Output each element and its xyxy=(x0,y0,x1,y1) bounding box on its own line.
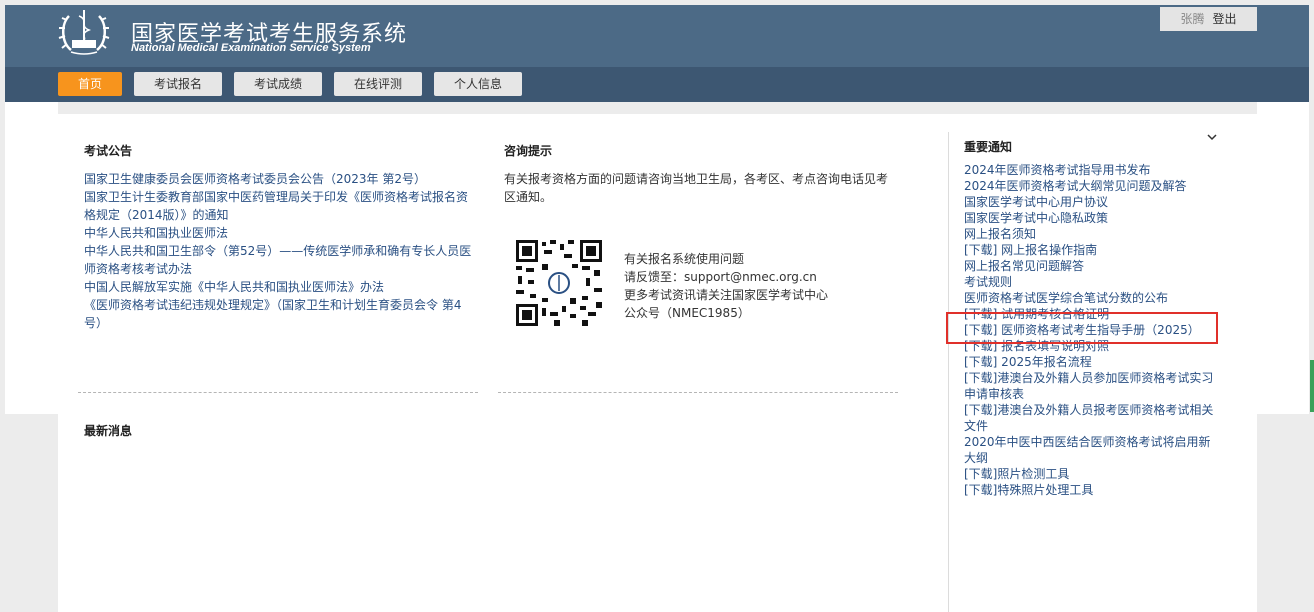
announcement-link[interactable]: 《医师资格考试违纪违规处理规定》（国家卫生和计划生育委员会令 第4 xyxy=(84,297,461,313)
scroll-edge-indicator xyxy=(1310,360,1314,412)
chevron-down-icon[interactable] xyxy=(1206,132,1218,142)
notice-link[interactable]: 考试规则 xyxy=(964,274,1012,290)
logout-link[interactable]: 登出 xyxy=(1213,12,1237,26)
username-label: 张腾 xyxy=(1180,12,1205,26)
announcement-link[interactable]: 国家卫生健康委员会医师资格考试委员会公告（2023年 第2号） xyxy=(84,171,426,187)
notice-link[interactable]: 2020年中医中西医结合医师资格考试将启用新 xyxy=(964,434,1211,450)
notice-link[interactable]: 申请审核表 xyxy=(964,386,1024,402)
nav-tab-online-assessment[interactable]: 在线评测 xyxy=(334,72,422,96)
announcements-title: 考试公告 xyxy=(84,144,133,158)
page-margin-left xyxy=(5,102,58,414)
nav-tab-home[interactable]: 首页 xyxy=(58,72,122,96)
qr-code-icon xyxy=(516,240,602,326)
announcement-link[interactable]: 号） xyxy=(84,315,108,331)
important-notices-title: 重要通知 xyxy=(964,140,1013,154)
notice-link[interactable]: 文件 xyxy=(964,418,988,434)
notice-link[interactable]: [下载]港澳台及外籍人员报考医师资格考试相关 xyxy=(964,402,1213,418)
caduceus-emblem-icon xyxy=(58,10,110,55)
notice-link[interactable]: [下载] 报名表填写说明对照 xyxy=(964,338,1109,354)
section-divider xyxy=(78,392,478,393)
announcement-link[interactable]: 国家卫生计生委教育部国家中医药管理局关于印发《医师资格考试报名资 xyxy=(84,189,468,205)
support-info: 有关报名系统使用问题 xyxy=(624,252,745,266)
nav-tab-exam-registration[interactable]: 考试报名 xyxy=(134,72,222,96)
notice-link[interactable]: 网上报名常见问题解答 xyxy=(964,258,1084,274)
nav-tab-personal-info[interactable]: 个人信息 xyxy=(434,72,522,96)
consult-title: 咨询提示 xyxy=(504,144,553,158)
notice-link[interactable]: [下载] 试用期考核合格证明 xyxy=(964,306,1109,322)
user-box: 张腾 登出 xyxy=(1160,7,1257,31)
support-info: 请反馈至：support@nmec.org.cn xyxy=(624,270,817,284)
support-info: 更多考试资讯请关注国家医学考试中心 xyxy=(624,288,829,302)
notice-link[interactable]: 2024年医师资格考试大纲常见问题及解答 xyxy=(964,178,1187,194)
nav-tab-exam-scores[interactable]: 考试成绩 xyxy=(234,72,322,96)
notice-link[interactable]: [下载] 2025年报名流程 xyxy=(964,354,1092,370)
announcement-link[interactable]: 中国人民解放军实施《中华人民共和国执业医师法》办法 xyxy=(84,279,384,295)
announcement-link[interactable]: 师资格考核考试办法 xyxy=(84,261,192,277)
announcement-link[interactable]: 中华人民共和国执业医师法 xyxy=(84,225,228,241)
notice-link[interactable]: [下载]照片检测工具 xyxy=(964,466,1069,482)
notice-link[interactable]: 大纲 xyxy=(964,450,988,466)
section-divider xyxy=(498,392,898,393)
notice-link[interactable]: [下载] 医师资格考试考生指导手册（2025） xyxy=(964,322,1200,338)
notice-link[interactable]: [下载]港澳台及外籍人员参加医师资格考试实习 xyxy=(964,370,1213,386)
announcement-link[interactable]: 格规定（2014版）》的通知 xyxy=(84,207,229,223)
notice-link[interactable]: 医师资格考试医学综合笔试分数的公布 xyxy=(964,290,1168,306)
consult-text: 区通知。 xyxy=(504,190,553,204)
notice-link[interactable]: 2024年医师资格考试指导用书发布 xyxy=(964,162,1151,178)
notice-link[interactable]: 网上报名须知 xyxy=(964,226,1036,242)
notice-link[interactable]: 国家医学考试中心用户协议 xyxy=(964,194,1108,210)
notice-link[interactable]: [下载]特殊照片处理工具 xyxy=(964,482,1093,498)
announcement-link[interactable]: 中华人民共和国卫生部令（第52号）——传统医学师承和确有专长人员医 xyxy=(84,243,471,259)
latest-news-title: 最新消息 xyxy=(84,424,133,438)
notice-link[interactable]: [下载] 网上报名操作指南 xyxy=(964,242,1097,258)
column-divider xyxy=(948,132,949,612)
consult-text: 有关报考资格方面的问题请咨询当地卫生局，各考区、考点咨询电话见考 xyxy=(504,172,889,186)
site-subtitle: National Medical Examination Service Sys… xyxy=(131,42,371,54)
support-info: 公众号（NMEC1985） xyxy=(624,306,750,320)
notice-link[interactable]: 国家医学考试中心隐私政策 xyxy=(964,210,1108,226)
page-margin-right xyxy=(1257,102,1309,414)
